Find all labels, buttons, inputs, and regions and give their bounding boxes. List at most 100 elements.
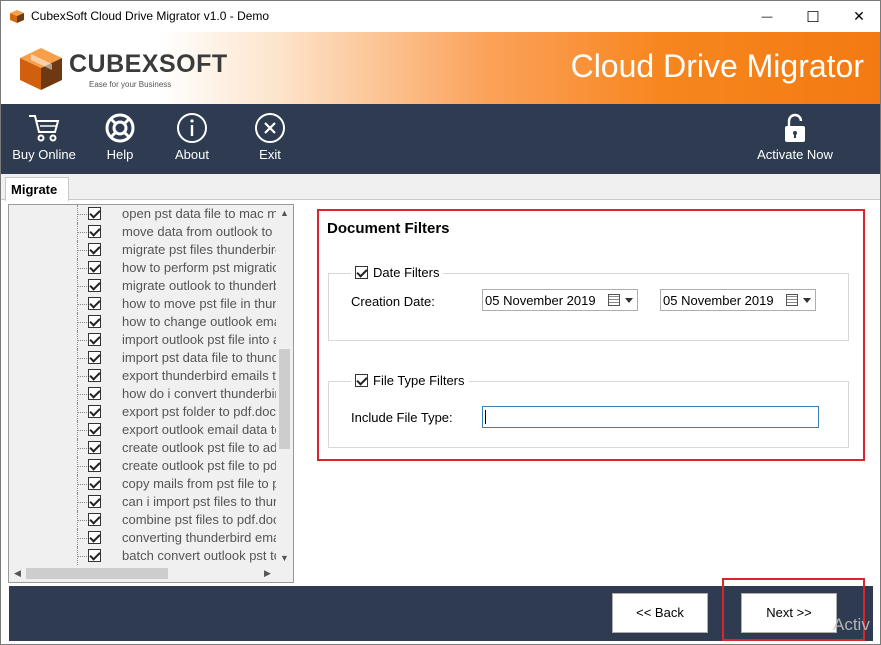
tree-connector-line — [77, 322, 87, 323]
calendar-icon[interactable] — [608, 294, 620, 306]
info-icon — [177, 113, 207, 143]
tree-item-checkbox[interactable] — [88, 369, 101, 382]
about-button[interactable]: About — [167, 104, 217, 174]
tree-item-checkbox[interactable] — [88, 405, 101, 418]
document-filters-heading: Document Filters — [327, 220, 450, 237]
tree-item-label: import outlook pst file into apple — [122, 332, 277, 347]
maximize-button[interactable]: ☐ — [790, 1, 836, 32]
tree-item[interactable]: export thunderbird emails to pst — [9, 367, 277, 385]
tree-item-label: copy mails from pst file to pdf — [122, 476, 277, 491]
close-icon: ✕ — [853, 8, 865, 24]
tree-connector-line — [77, 556, 87, 557]
tree-item[interactable]: export pst folder to pdf.docx — [9, 403, 277, 421]
horizontal-scroll-thumb[interactable] — [26, 568, 168, 579]
from-date-picker[interactable]: 05 November 2019 — [482, 289, 638, 311]
file-type-filters-toggle[interactable]: File Type Filters — [351, 373, 469, 388]
tree-item[interactable]: how to perform pst migration — [9, 259, 277, 277]
tree-item-checkbox[interactable] — [88, 243, 101, 256]
minimize-button[interactable]: — — [744, 1, 790, 32]
activate-windows-watermark: Activ — [833, 615, 870, 634]
tree-item-checkbox[interactable] — [88, 423, 101, 436]
tree-vertical-scrollbar[interactable]: ▲ ▼ — [276, 205, 293, 567]
tree-connector-line — [77, 376, 87, 377]
tree-item[interactable]: can i import pst files to thunderbird — [9, 493, 277, 511]
tree-item-checkbox[interactable] — [88, 315, 101, 328]
buy-online-button[interactable]: Buy Online — [9, 104, 79, 174]
tab-migrate[interactable]: Migrate — [5, 177, 69, 201]
tree-item[interactable]: open pst data file to mac mail — [9, 205, 277, 223]
about-label: About — [175, 147, 209, 162]
calendar-icon[interactable] — [786, 294, 798, 306]
tree-item[interactable]: move data from outlook to thunderbird — [9, 223, 277, 241]
tree-item[interactable]: converting thunderbird emails — [9, 529, 277, 547]
tree-item-checkbox[interactable] — [88, 333, 101, 346]
tree-item-label: batch convert outlook pst to — [122, 548, 277, 563]
close-button[interactable]: ✕ — [836, 1, 880, 32]
scroll-up-icon[interactable]: ▲ — [276, 205, 293, 222]
lock-icon — [785, 113, 805, 142]
tree-item[interactable]: copy mails from pst file to pdf — [9, 475, 277, 493]
text-caret — [485, 410, 486, 424]
lifebuoy-icon — [105, 113, 135, 143]
tree-item[interactable]: import outlook pst file into apple — [9, 331, 277, 349]
tree-item-checkbox[interactable] — [88, 441, 101, 454]
tree-item-checkbox[interactable] — [88, 495, 101, 508]
tree-item-label: converting thunderbird emails — [122, 530, 277, 545]
back-button[interactable]: << Back — [612, 593, 708, 633]
scroll-left-icon[interactable]: ◀ — [9, 565, 26, 582]
tree-item-checkbox[interactable] — [88, 351, 101, 364]
vertical-scroll-thumb[interactable] — [279, 349, 290, 449]
tree-horizontal-scrollbar[interactable]: ◀ ▶ — [9, 565, 293, 582]
date-filters-toggle[interactable]: Date Filters — [351, 265, 444, 280]
app-cube-icon — [10, 10, 24, 23]
tree-connector-line — [77, 448, 87, 449]
tree-item-checkbox[interactable] — [88, 261, 101, 274]
tree-item-checkbox[interactable] — [88, 513, 101, 526]
tree-item[interactable]: create outlook pst file to pdf — [9, 457, 277, 475]
chevron-down-icon[interactable] — [625, 298, 633, 303]
tree-item-checkbox[interactable] — [88, 531, 101, 544]
tree-item-checkbox[interactable] — [88, 225, 101, 238]
tree-item-checkbox[interactable] — [88, 279, 101, 292]
tree-item-checkbox[interactable] — [88, 387, 101, 400]
tree-item[interactable]: create outlook pst file to add — [9, 439, 277, 457]
tree-item-checkbox[interactable] — [88, 459, 101, 472]
from-date-value: 05 November 2019 — [485, 293, 596, 308]
file-type-filters-label: File Type Filters — [373, 373, 465, 388]
tree-connector-line — [77, 232, 87, 233]
date-filters-checkbox[interactable] — [355, 266, 368, 279]
tree-item-label: can i import pst files to thunderbird — [122, 494, 277, 509]
tree-item-label: export outlook email data to — [122, 422, 277, 437]
tree-item[interactable]: how do i convert thunderbird — [9, 385, 277, 403]
tree-item[interactable]: export outlook email data to — [9, 421, 277, 439]
tree-item-label: combine pst files to pdf.docx — [122, 512, 277, 527]
date-filters-group: Date Filters Creation Date: 05 November … — [328, 265, 849, 341]
activate-now-button[interactable]: Activate Now — [753, 104, 837, 174]
tree-connector-line — [77, 268, 87, 269]
chevron-down-icon[interactable] — [803, 298, 811, 303]
tree-item[interactable]: how to change outlook email — [9, 313, 277, 331]
exit-x-icon — [255, 113, 285, 143]
minimize-icon: — — [761, 10, 773, 23]
help-button[interactable]: Help — [93, 104, 147, 174]
scroll-right-icon[interactable]: ▶ — [259, 565, 276, 582]
tree-item-checkbox[interactable] — [88, 297, 101, 310]
tree-item[interactable]: combine pst files to pdf.docx — [9, 511, 277, 529]
date-filters-label: Date Filters — [373, 265, 440, 280]
to-date-picker[interactable]: 05 November 2019 — [660, 289, 816, 311]
tree-item-label: create outlook pst file to pdf — [122, 458, 277, 473]
cart-icon — [29, 115, 60, 142]
tree-item-checkbox[interactable] — [88, 549, 101, 562]
include-file-type-input[interactable] — [482, 406, 819, 428]
tree-item-checkbox[interactable] — [88, 207, 101, 220]
tree-item[interactable]: how to move pst file in thunderbird — [9, 295, 277, 313]
tree-item[interactable]: migrate pst files thunderbird — [9, 241, 277, 259]
tree-connector-line — [77, 430, 87, 431]
file-type-filters-checkbox[interactable] — [355, 374, 368, 387]
exit-button[interactable]: Exit — [247, 104, 293, 174]
tree-item[interactable]: batch convert outlook pst to — [9, 547, 277, 565]
tab-strip: Migrate — [1, 174, 880, 201]
tree-item-checkbox[interactable] — [88, 477, 101, 490]
tree-item[interactable]: import pst data file to thunderbird — [9, 349, 277, 367]
tree-item[interactable]: migrate outlook to thunderbird — [9, 277, 277, 295]
